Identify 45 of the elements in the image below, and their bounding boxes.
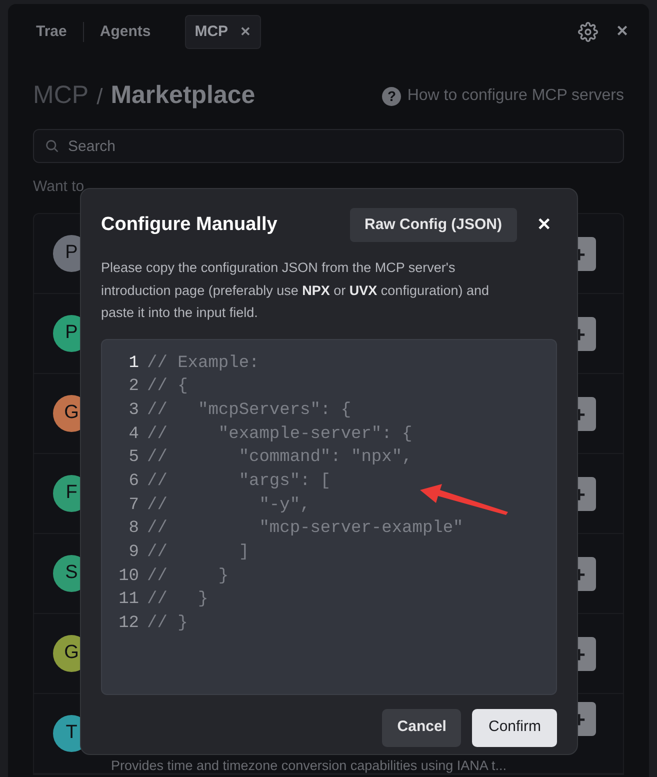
code-editor[interactable]: 1 // Example: 2 // { 3 // "mcpServers": { 4 // "example-server": { 5 // "command": "npx", 6 // "args": [ 7 // "-y", 8 // "mcp-server-example" 9 // ] 10 // } 11 // } 12 // } xyxy=(101,338,557,694)
cancel-button[interactable]: Cancel xyxy=(382,708,462,746)
dialog-description: Please copy the configuration JSON from the MCP server's introduction page (preferably use NPX or UVX configuration) and paste it into the input field. xyxy=(101,259,490,322)
page-title: Marketplace xyxy=(110,80,256,112)
line-number: 10 xyxy=(118,566,139,588)
line-number: 5 xyxy=(128,447,139,470)
code-line: // } xyxy=(147,566,229,588)
tab[interactable]: Trae xyxy=(24,15,79,49)
hint-text: Want to xyxy=(33,178,84,195)
line-number: 9 xyxy=(128,542,139,564)
line-number: 3 xyxy=(128,400,139,422)
search-field[interactable]: Search xyxy=(33,129,624,163)
breadcrumb-separator: / xyxy=(96,82,103,110)
code-line: // { xyxy=(147,376,188,398)
code-line: // "mcpServers": { xyxy=(147,400,352,422)
tab[interactable]: MCP ✕ xyxy=(184,15,262,49)
code-line: // "example-server": { xyxy=(147,424,412,446)
help-icon: ? xyxy=(382,86,402,106)
tab-close-button[interactable]: ✕ xyxy=(240,22,252,42)
help-link[interactable]: How to configure MCP servers xyxy=(407,84,624,108)
dialog-title: Configure Manually xyxy=(101,212,278,237)
close-button[interactable]: ✕ xyxy=(616,20,629,44)
confirm-button[interactable]: Confirm xyxy=(472,708,557,746)
tab[interactable]: Agents xyxy=(88,15,163,49)
code-line: // "args": [ xyxy=(147,471,331,494)
code-line: // } xyxy=(147,589,208,612)
line-number: 11 xyxy=(118,589,139,612)
mode-button[interactable]: Raw Config (JSON) xyxy=(350,208,517,242)
line-number: 7 xyxy=(128,494,139,517)
line-number: 4 xyxy=(128,424,139,446)
line-number: 2 xyxy=(128,376,139,398)
line-number: 6 xyxy=(128,471,139,494)
code-line: // Example: xyxy=(147,352,260,375)
line-number: 8 xyxy=(128,518,139,540)
server-description: Provides time and timezone conversion capabilities using IANA t... xyxy=(111,757,506,775)
search-icon xyxy=(45,139,59,153)
settings-icon[interactable] xyxy=(578,22,598,42)
code-line: // } xyxy=(147,613,188,636)
line-number: 12 xyxy=(118,613,139,636)
code-line: // "-y", xyxy=(147,494,310,517)
code-line: // "command": "npx", xyxy=(147,447,412,470)
line-number: 1 xyxy=(128,352,139,375)
code-line: // ] xyxy=(147,542,250,564)
close-button[interactable]: ✕ xyxy=(537,212,551,238)
code-line: // "mcp-server-example" xyxy=(147,518,464,540)
